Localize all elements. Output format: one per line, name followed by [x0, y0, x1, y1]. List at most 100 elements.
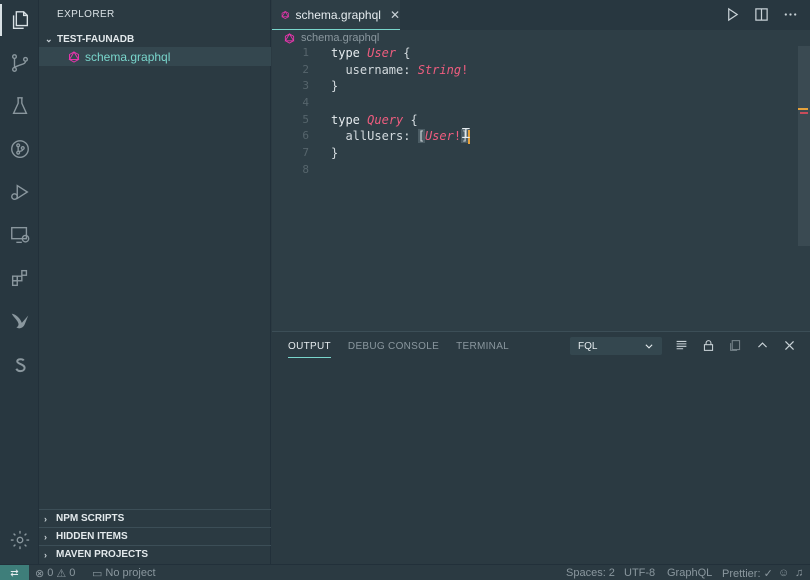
code-line: 8 [272, 162, 792, 179]
close-icon[interactable]: ✕ [390, 8, 400, 22]
editor-actions [725, 7, 798, 22]
brace: } [331, 79, 339, 94]
section-hidden-items[interactable]: › HIDDEN ITEMS [39, 527, 271, 545]
output-channel-select[interactable]: FQL [570, 337, 662, 355]
line-number: 5 [302, 112, 309, 126]
explorer-sidebar: EXPLORER ⌄ TEST-FAUNADB schema.graphql ›… [39, 0, 271, 564]
line-number: 6 [302, 129, 309, 143]
line-number: 2 [302, 62, 309, 76]
line-number: 1 [302, 46, 309, 59]
project-indicator[interactable]: ▭ No project [92, 565, 156, 580]
chevron-down-icon: ⌄ [45, 33, 53, 44]
scalar-type: String [417, 62, 462, 77]
close-icon[interactable] [783, 339, 796, 352]
file-label: schema.graphql [85, 49, 171, 64]
non-null-bang: ! [453, 129, 462, 144]
type-name: Query [367, 112, 404, 127]
line-number: 7 [302, 146, 309, 160]
encoding-indicator[interactable]: UTF-8 [624, 565, 655, 580]
source-control-icon[interactable] [0, 43, 39, 83]
brace: { [403, 112, 418, 127]
status-bar: ⇄ ⊗ 0 ⚠ 0 ▭ No project Spaces: 2 UTF-8 G… [0, 564, 810, 580]
sidebar-sections: › NPM SCRIPTS › HIDDEN ITEMS › MAVEN PRO… [39, 509, 271, 563]
s-extension-icon[interactable] [0, 346, 39, 386]
section-label: HIDDEN ITEMS [56, 531, 128, 542]
keyword-type: type [331, 46, 360, 60]
graphql-icon [284, 32, 295, 44]
chevron-up-icon[interactable] [756, 339, 769, 352]
vertical-scrollbar[interactable] [798, 46, 810, 246]
sidebar-title: EXPLORER [57, 9, 115, 20]
tab-terminal[interactable]: TERMINAL [456, 341, 509, 358]
bottom-panel: OUTPUT DEBUG CONSOLE TERMINAL FQL [272, 331, 810, 564]
explorer-icon[interactable] [0, 0, 39, 40]
keyword-type: type [331, 112, 360, 127]
error-icon: ⊗ [35, 567, 45, 580]
folder-test-faunadb[interactable]: ⌄ TEST-FAUNADB [39, 30, 271, 48]
activity-bar [0, 0, 39, 564]
git-graph-icon[interactable] [0, 129, 39, 169]
ibeam-cursor-icon: Ɪ [462, 126, 470, 142]
remote-indicator-icon[interactable]: ⇄ [0, 565, 29, 580]
brace: } [331, 146, 339, 161]
breadcrumb[interactable]: schema.graphql [284, 31, 379, 45]
section-label: MAVEN PROJECTS [56, 549, 149, 560]
clear-output-icon[interactable] [675, 339, 688, 352]
type-name: User [424, 129, 454, 144]
language-mode-indicator[interactable]: GraphQL [667, 565, 712, 580]
run-debug-icon[interactable] [0, 172, 39, 212]
code-line: 7 } [272, 145, 792, 162]
select-value: FQL [578, 340, 598, 352]
panel-actions [675, 339, 796, 352]
graphql-icon [281, 10, 290, 19]
editor-area: schema.graphql ✕ schema.graphql 1 type U… [272, 0, 810, 331]
warning-count: 0 [69, 567, 76, 579]
folder-icon: ▭ [92, 567, 103, 580]
fauna-bird-icon[interactable] [0, 301, 39, 341]
file-schema-graphql[interactable]: schema.graphql [39, 47, 271, 66]
more-actions-icon[interactable] [783, 7, 798, 22]
brace: { [396, 46, 411, 60]
graphql-icon [68, 50, 80, 63]
notifications-bell-icon[interactable]: ♫ [795, 565, 803, 580]
remote-explorer-icon[interactable] [0, 215, 39, 255]
run-icon[interactable] [725, 7, 740, 22]
section-npm-scripts[interactable]: › NPM SCRIPTS [39, 509, 271, 527]
settings-gear-icon[interactable] [0, 520, 39, 560]
chevron-right-icon: › [44, 549, 47, 560]
prettier-indicator[interactable]: Prettier: ✓ [722, 565, 773, 580]
code-editor[interactable]: 1 type User { 2 username: String! 3 } 4 … [272, 45, 792, 179]
code-line: 4 [272, 95, 792, 112]
code-line: 1 type User { [272, 45, 792, 62]
line-number: 3 [302, 79, 309, 93]
chevron-down-icon [645, 344, 653, 349]
section-maven-projects[interactable]: › MAVEN PROJECTS [39, 545, 271, 563]
panel-tabs: OUTPUT DEBUG CONSOLE TERMINAL [288, 341, 509, 358]
tab-label: schema.graphql [295, 7, 381, 22]
warning-icon: ⚠ [56, 567, 67, 580]
code-line: 6 allUsers: [User!] [272, 128, 792, 145]
tab-output[interactable]: OUTPUT [288, 341, 331, 358]
section-label: NPM SCRIPTS [56, 513, 125, 524]
tab-schema-graphql[interactable]: schema.graphql ✕ [272, 0, 400, 30]
breadcrumb-file[interactable]: schema.graphql [301, 32, 379, 44]
tab-debug-console[interactable]: DEBUG CONSOLE [348, 341, 439, 358]
project-label: No project [105, 567, 156, 579]
field-name: allUsers: [331, 129, 418, 144]
problems-indicator[interactable]: ⊗ 0 ⚠ 0 [35, 565, 75, 580]
open-in-editor-icon[interactable] [729, 339, 742, 352]
extensions-icon[interactable] [0, 258, 39, 298]
testing-flask-icon[interactable] [0, 86, 39, 126]
tab-bar: schema.graphql ✕ [272, 0, 810, 30]
indentation-indicator[interactable]: Spaces: 2 [566, 565, 615, 580]
type-name: User [367, 46, 397, 60]
bracket: [ [417, 129, 425, 144]
chevron-right-icon: › [44, 513, 47, 524]
split-editor-icon[interactable] [754, 7, 769, 22]
error-count: 0 [47, 567, 54, 579]
field-name: username: [331, 62, 418, 77]
code-line: 5 type Query { [272, 112, 792, 129]
lock-icon[interactable] [702, 339, 715, 352]
account-icon[interactable]: ☺ [778, 565, 789, 580]
scrollbar-marker [800, 112, 808, 114]
